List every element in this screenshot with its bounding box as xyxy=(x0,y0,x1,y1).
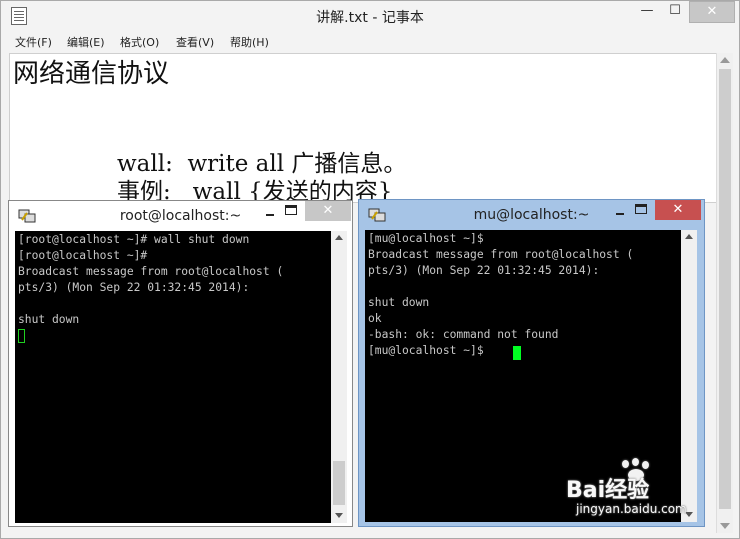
terminal-screen[interactable]: [root@localhost ~]# wall shut down [root… xyxy=(15,231,331,523)
close-button[interactable]: ✕ xyxy=(655,200,701,220)
terminal-line: pts/3) (Mon Sep 22 01:32:45 2014): xyxy=(368,264,600,277)
text-cursor xyxy=(513,346,521,360)
notepad-title: 讲解.txt - 记事本 xyxy=(316,10,424,26)
menu-bar: 文件(F) 编辑(E) 格式(O) 查看(V) 帮助(H) xyxy=(1,31,739,51)
scroll-down-arrow-icon[interactable] xyxy=(720,523,730,529)
menu-edit[interactable]: 编辑(E) xyxy=(67,34,105,50)
scroll-up-arrow-icon[interactable] xyxy=(335,235,343,240)
terminal-line: shut down xyxy=(368,296,430,309)
terminal-line: [root@localhost ~]# xyxy=(18,249,148,262)
terminal-line: [root@localhost ~]# wall shut down xyxy=(18,233,250,246)
terminal-title: mu@localhost:~ xyxy=(473,207,590,223)
scroll-thumb[interactable] xyxy=(719,69,731,509)
minimize-button[interactable] xyxy=(613,204,627,216)
terminal-line: Broadcast message from root@localhost ( xyxy=(368,248,634,261)
terminal-titlebar[interactable]: mu@localhost:~ ✕ xyxy=(359,200,704,230)
text-cursor xyxy=(18,329,25,343)
close-button[interactable]: ✕ xyxy=(689,1,735,23)
menu-help[interactable]: 帮助(H) xyxy=(230,34,269,50)
terminal-line: shut down xyxy=(18,313,80,326)
minimize-button[interactable] xyxy=(263,205,277,217)
close-button[interactable]: ✕ xyxy=(305,201,351,221)
maximize-button[interactable]: ☐ xyxy=(661,1,689,23)
terminal-line: -bash: ok: command not found xyxy=(368,328,559,341)
scroll-up-arrow-icon[interactable] xyxy=(720,57,730,63)
menu-file[interactable]: 文件(F) xyxy=(15,34,52,50)
terminal-line: ok xyxy=(368,312,382,325)
terminal-line: [mu@localhost ~]$ xyxy=(368,344,484,357)
menu-format[interactable]: 格式(O) xyxy=(120,34,159,50)
maximize-button[interactable] xyxy=(285,205,297,215)
notepad-line-heading: 网络通信协议 xyxy=(13,59,170,89)
terminal-scrollbar[interactable] xyxy=(331,231,347,523)
terminal-title: root@localhost:~ xyxy=(119,208,242,224)
notepad-titlebar[interactable]: 讲解.txt - 记事本 — ☐ ✕ xyxy=(1,1,739,31)
baidu-jingyan-watermark: Bai经验 jingyan.baidu.com xyxy=(566,458,706,518)
terminal-line: Broadcast message from root@localhost ( xyxy=(18,265,284,278)
terminal-line: pts/3) (Mon Sep 22 01:32:45 2014): xyxy=(18,281,250,294)
watermark-brand: Bai经验 xyxy=(566,478,650,503)
menu-view[interactable]: 查看(V) xyxy=(176,34,214,50)
watermark-url: jingyan.baidu.com xyxy=(576,502,687,516)
maximize-button[interactable] xyxy=(635,204,647,214)
scroll-up-arrow-icon[interactable] xyxy=(685,234,693,239)
paw-logo-icon xyxy=(622,460,629,468)
notepad-scrollbar[interactable] xyxy=(716,53,733,533)
terminal-window-root: root@localhost:~ ✕ [root@localhost ~]# w… xyxy=(8,200,353,527)
scroll-thumb[interactable] xyxy=(333,461,345,505)
terminal-line: [mu@localhost ~]$ xyxy=(368,232,484,245)
paw-logo-icon xyxy=(632,458,639,466)
minimize-button[interactable]: — xyxy=(633,1,661,23)
paw-logo-icon xyxy=(642,461,649,469)
terminal-titlebar[interactable]: root@localhost:~ ✕ xyxy=(9,201,352,231)
scroll-down-arrow-icon[interactable] xyxy=(335,513,343,518)
